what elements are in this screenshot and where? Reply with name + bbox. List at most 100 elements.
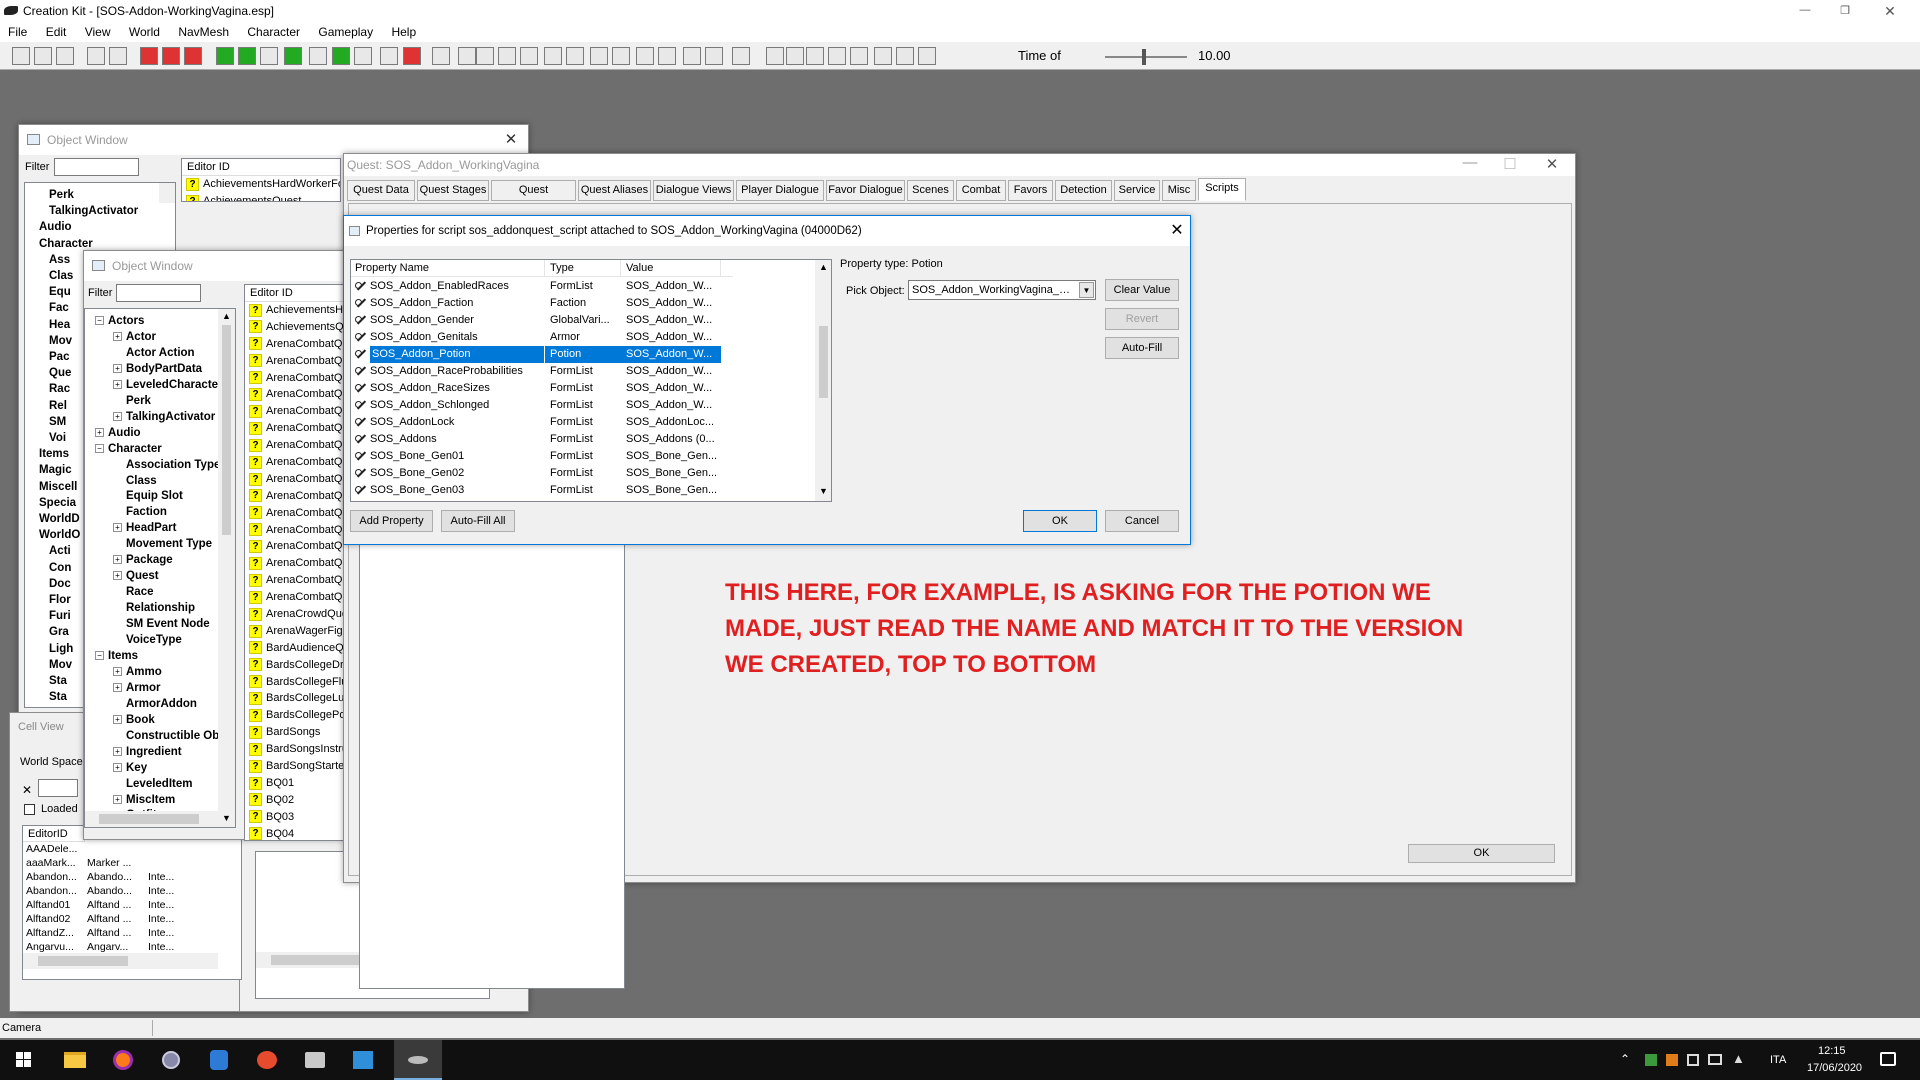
tree-vscroll[interactable]: ▲ ▼ [218,309,235,827]
tree-item[interactable]: Hea [49,317,70,333]
toolbar-icon-21[interactable] [498,47,516,65]
toolbar-icon-39[interactable] [918,47,936,65]
list-item[interactable]: ? ArenaCombatQ [245,454,345,471]
chevron-up-icon[interactable]: ⌃ [1620,1052,1630,1066]
table-row[interactable]: Angarvu... Angarv... Inte... [23,940,241,954]
tab-scenes[interactable]: Scenes [907,180,954,201]
cell-list-hscroll[interactable] [23,953,218,969]
tree-item[interactable]: Equ [49,284,71,300]
column-value[interactable]: Value [621,260,721,277]
tree-item[interactable]: Constructible Ob [113,728,219,744]
quest-ok-button[interactable]: OK [1408,844,1555,863]
toolbar-icon-4[interactable] [87,47,105,65]
column-type[interactable]: Type [545,260,621,277]
tree-item[interactable]: + Quest [113,568,159,584]
tree-item[interactable]: + Book [113,712,155,728]
toolbar-icon-37[interactable] [874,47,892,65]
tree-item[interactable]: + Key [113,760,147,776]
toolbar-icon-26[interactable] [612,47,630,65]
table-row[interactable]: aaaMark... Marker ... [23,856,241,870]
toolbar-icon-23[interactable] [544,47,562,65]
list-item[interactable]: ? BardsCollegeDru [245,657,345,674]
tree-item[interactable]: + TalkingActivator [113,409,215,425]
notification-icon[interactable] [1880,1052,1896,1066]
toolbar-icon-1[interactable] [12,47,30,65]
tree-item[interactable]: Tre [49,705,66,707]
toolbar-icon-20[interactable] [476,47,494,65]
list-item[interactable]: ? ArenaCombatQ [245,437,345,454]
scroll-thumb[interactable] [222,325,231,535]
expander-icon[interactable]: + [95,427,104,437]
property-row[interactable]: SOS_Bone_Gen01 FormList SOS_Bone_Gen... [351,448,815,465]
tab-misc[interactable]: Misc [1162,180,1196,201]
category-tree[interactable]: − Actors + Actor Actor Action + BodyPartData + L… [84,308,236,828]
property-row[interactable]: SOS_Addons FormList SOS_Addons (0... [351,431,815,448]
list-item[interactable]: ? BardAudienceQu [245,640,345,657]
list-item[interactable]: ? BardsCollegeLut [245,690,345,707]
tab-player-dialogue[interactable]: Player Dialogue [736,180,824,201]
tree-item[interactable]: + BodyPartData [113,361,202,377]
toolbar-icon-17[interactable] [403,47,421,65]
list-item[interactable]: ? ArenaCombatQ [245,471,345,488]
tab-service[interactable]: Service [1114,180,1160,201]
tree-item[interactable]: Fac [49,300,69,316]
tree-item[interactable]: + Package [113,552,173,568]
tree-item[interactable]: + Ingredient [113,744,182,760]
expander-icon[interactable]: + [113,666,122,676]
chevron-down-icon[interactable]: ▼ [1079,282,1094,298]
worldspace-select[interactable] [38,779,78,797]
table-row[interactable]: AAADele... [23,842,241,856]
list-item[interactable]: ? ArenaCombatQ [245,353,345,370]
property-row[interactable]: SOS_Addon_EnabledRaces FormList SOS_Addon_… [351,278,815,295]
app-icon-5[interactable] [244,1040,292,1080]
tree-item[interactable]: Con [49,560,71,576]
toolbar-icon-12[interactable] [284,47,302,65]
editor-id-header[interactable]: Editor ID [182,159,340,176]
property-row[interactable]: SOS_Bone_Gen02 FormList SOS_Bone_Gen... [351,465,815,482]
tree-item[interactable]: + LeveledCharacte [113,377,218,393]
menu-view[interactable]: View [85,25,111,39]
editor-id-header[interactable]: Editor ID [245,285,345,302]
app-icon-6[interactable] [292,1040,340,1080]
list-item[interactable]: ? AchievementsQ [245,319,345,336]
list-item[interactable]: ? ArenaCombatQ [245,386,345,403]
tree-item[interactable]: SM [49,414,66,430]
auto-fill-button[interactable]: Auto-Fill [1105,337,1179,359]
table-row[interactable]: Abandon... Abando... Inte... [23,870,241,884]
toolbar-icon-25[interactable] [590,47,608,65]
table-row[interactable]: Alftand01 Alftand ... Inte... [23,898,241,912]
start-button[interactable] [0,1040,48,1080]
tree-item[interactable]: Clas [49,268,73,284]
expander-icon[interactable]: + [113,411,122,421]
list-item[interactable]: ? BardSongs [245,724,345,741]
menu-edit[interactable]: Edit [46,25,67,39]
expander-icon[interactable]: + [113,714,122,724]
tab-quest-objectives[interactable]: Quest Objectives [491,180,576,215]
list-item[interactable]: ? ArenaCombatQu [245,572,345,589]
tab-favors[interactable]: Favors [1008,180,1053,201]
list-item[interactable]: ? ArenaCrowdQue [245,606,345,623]
tree-item[interactable]: Mov [49,333,72,349]
filter-input[interactable] [116,284,201,302]
toolbar-icon-27[interactable] [636,47,654,65]
property-row[interactable]: SOS_AddonLock FormList SOS_AddonLoc... [351,414,815,431]
tree-item[interactable]: Actor Action [113,345,195,361]
list-item[interactable]: ? ArenaCombatQ [245,488,345,505]
tree-item[interactable]: Class [113,473,157,489]
network-icon[interactable] [1708,1054,1722,1065]
list-item[interactable]: ? ArenaCombatQ [245,370,345,387]
list-item[interactable]: ? ArenaCombatQ [245,505,345,522]
toolbar-icon-3[interactable] [56,47,74,65]
menu-help[interactable]: Help [391,25,416,39]
chevron-down-icon[interactable]: ▼ [222,813,231,823]
time-slider-track[interactable] [1105,56,1187,58]
tree-item[interactable]: Relationship [113,600,195,616]
properties-close-button[interactable]: ✕ [1161,216,1193,246]
close-icon[interactable]: ✕ [22,783,32,797]
expander-icon[interactable]: + [113,682,122,692]
toolbar-icon-8[interactable] [184,47,202,65]
property-row[interactable]: SOS_Addon_Gender GlobalVari... SOS_Addon_W… [351,312,815,329]
toolbar-icon-6[interactable] [140,47,158,65]
tree-item[interactable]: Rac [49,381,70,397]
menu-gameplay[interactable]: Gameplay [318,25,373,39]
